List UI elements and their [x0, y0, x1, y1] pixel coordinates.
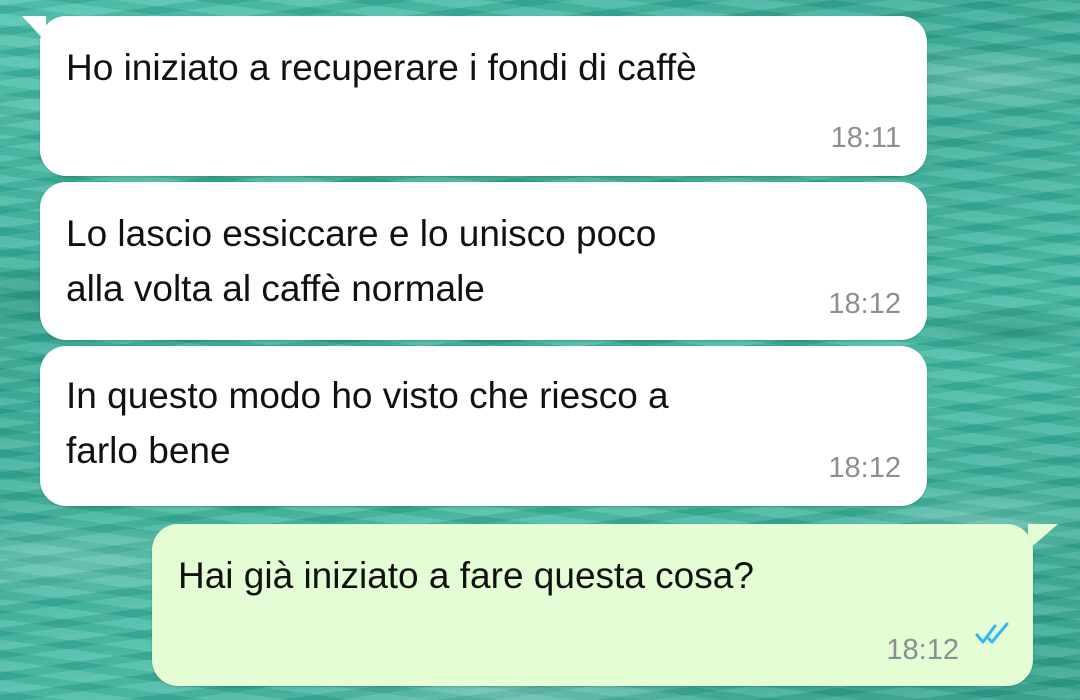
message-timestamp: 18:11: [830, 122, 901, 154]
message-bubble-incoming[interactable]: Lo lascio essiccare e lo unisco poco all…: [40, 182, 927, 340]
message-bubble-outgoing[interactable]: Hai già iniziato a fare questa cosa? 18:…: [152, 524, 1033, 686]
double-check-icon: [975, 622, 1009, 644]
message-text: Lo lascio essiccare e lo unisco poco all…: [66, 213, 657, 309]
message-text: Hai già iniziato a fare questa cosa?: [178, 555, 754, 596]
message-bubble-incoming[interactable]: Ho iniziato a recuperare i fondi di caff…: [40, 16, 927, 176]
message-text: In questo modo ho visto che riesco a far…: [66, 375, 669, 471]
message-timestamp: 18:12: [886, 634, 959, 666]
message-text: Ho iniziato a recuperare i fondi di caff…: [66, 47, 697, 88]
message-timestamp: 18:12: [828, 288, 901, 320]
message-timestamp: 18:12: [828, 452, 901, 484]
message-bubble-incoming[interactable]: In questo modo ho visto che riesco a far…: [40, 346, 927, 506]
